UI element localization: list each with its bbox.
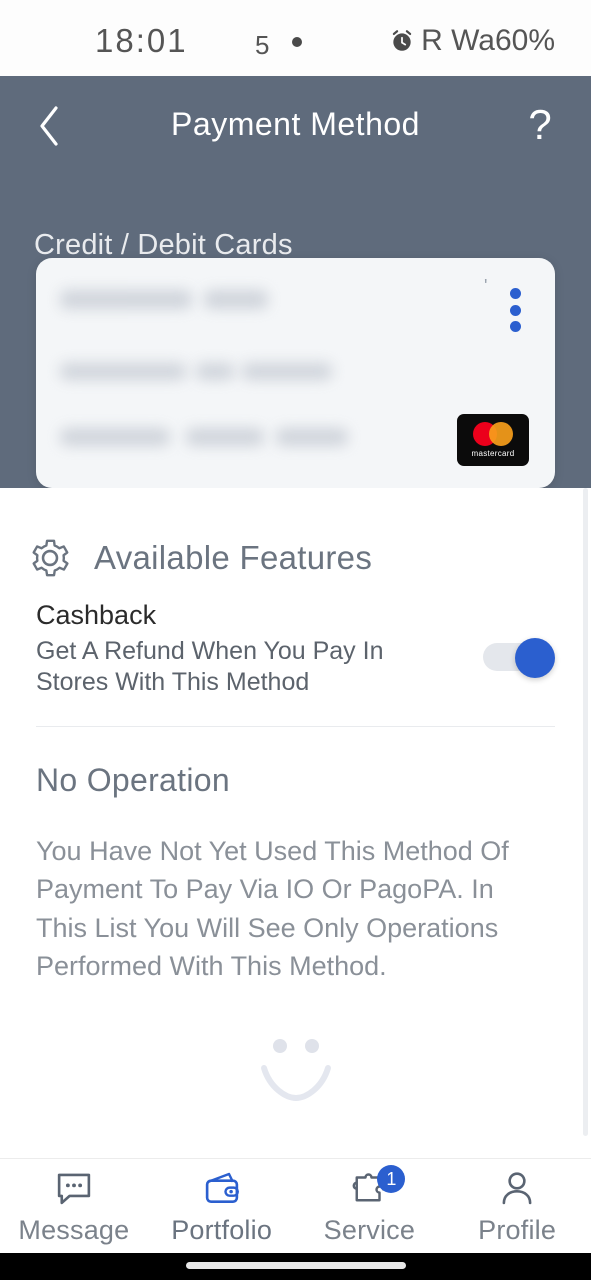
alarm-clock-icon — [392, 30, 412, 51]
nav-label-portfolio: Portfolio — [171, 1214, 273, 1245]
vertical-scrollbar[interactable] — [583, 488, 588, 1136]
cashback-toggle[interactable] — [483, 638, 555, 678]
kebab-menu-icon[interactable] — [501, 284, 529, 336]
nav-item-portfolio[interactable]: Portfolio — [148, 1159, 296, 1253]
nav-item-profile[interactable]: Profile — [443, 1159, 591, 1253]
nav-item-message[interactable]: Message — [0, 1159, 148, 1253]
redacted-text — [242, 363, 332, 380]
available-features-header: Available Features — [28, 536, 372, 580]
nav-label-service: Service — [323, 1214, 416, 1245]
wallet-icon — [205, 1172, 239, 1203]
status-time: 18:01 — [95, 22, 188, 59]
status-bar: 18:01 5 R Wa60% — [0, 0, 591, 76]
service-badge: 1 — [377, 1165, 406, 1193]
status-extra: 5 — [255, 30, 270, 60]
nav-label-message: Message — [18, 1214, 130, 1245]
nav-label-profile: Profile — [478, 1214, 557, 1245]
section-divider — [36, 726, 555, 727]
mastercard-wordmark: mastercard — [471, 449, 515, 458]
gear-icon — [32, 539, 69, 577]
content-sheet: Available Features Cashback Get A Refund… — [0, 488, 591, 1158]
payment-card[interactable]: ' mastercard — [36, 258, 555, 488]
toggle-knob — [515, 638, 555, 678]
status-right-cluster: R Wa60% — [389, 24, 555, 58]
card-tiny-mark: ' — [484, 276, 488, 296]
mastercard-circles-icon — [473, 422, 513, 446]
redacted-text — [60, 290, 192, 309]
status-dot-icon — [292, 37, 302, 47]
status-battery: R Wa60% — [421, 24, 555, 57]
home-indicator-pill[interactable] — [185, 1262, 406, 1269]
header-bar: Payment Method ? — [0, 76, 591, 176]
help-button[interactable]: ? — [517, 98, 563, 152]
page-title: Payment Method — [171, 106, 420, 142]
chat-bubble-icon — [57, 1173, 91, 1204]
person-icon — [502, 1171, 532, 1204]
redacted-text — [196, 363, 234, 380]
redacted-text — [60, 363, 186, 380]
home-indicator-bar — [0, 1253, 591, 1280]
cashback-title: Cashback — [36, 600, 157, 630]
page-header: Payment Method ? Credit / Debit Cards ' … — [0, 76, 591, 488]
smiley-face-icon — [260, 1039, 331, 1102]
bottom-navigation: Message Portfolio 1 Service Profile — [0, 1158, 591, 1253]
no-operation-body: You Have Not Yet Used This Method Of Pay… — [36, 836, 509, 981]
redacted-text — [60, 428, 170, 446]
available-features-title: Available Features — [94, 539, 373, 576]
mastercard-logo: mastercard — [457, 414, 529, 466]
redacted-text — [204, 290, 268, 309]
cashback-description: Get A Refund When You Pay In Stores With… — [36, 637, 384, 697]
redacted-text — [186, 428, 264, 446]
nav-item-service[interactable]: 1 Service — [296, 1159, 444, 1253]
no-operation-title: No Operation — [36, 762, 230, 798]
redacted-text — [276, 428, 348, 446]
